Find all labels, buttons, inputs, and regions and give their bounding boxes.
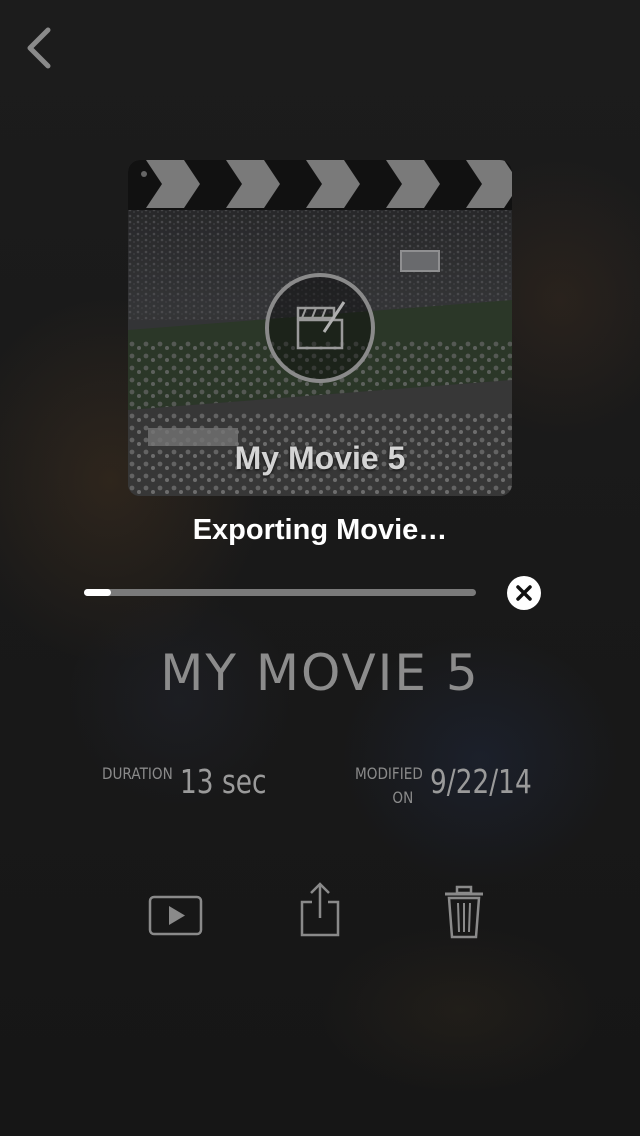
duration-value: 13 sec <box>180 762 267 801</box>
export-status: Exporting Movie… <box>192 514 448 546</box>
modified-label-line1: MODIFIED <box>355 764 423 783</box>
movie-title: MY MOVIE 5 <box>160 644 480 702</box>
movie-thumbnail[interactable]: My Movie 5 <box>128 160 512 496</box>
delete-button[interactable] <box>442 884 486 940</box>
export-progress-fill <box>84 589 112 596</box>
modified-label-line2: ON <box>392 788 414 807</box>
play-button[interactable] <box>148 894 204 938</box>
duration-label: DURATION <box>102 764 173 783</box>
share-icon <box>300 882 340 937</box>
trash-icon <box>445 885 483 939</box>
close-icon <box>516 585 532 601</box>
export-progress-bar <box>84 589 476 596</box>
back-button[interactable] <box>18 22 62 72</box>
play-icon <box>148 895 203 936</box>
chevron-left-icon <box>27 27 51 69</box>
modified-label: MODIFIED ON <box>355 762 423 810</box>
thumbnail-title: My Movie 5 <box>234 440 406 476</box>
modified-value: 9/22/14 <box>430 762 532 801</box>
share-button[interactable] <box>298 880 342 938</box>
cancel-export-button[interactable] <box>507 576 541 610</box>
